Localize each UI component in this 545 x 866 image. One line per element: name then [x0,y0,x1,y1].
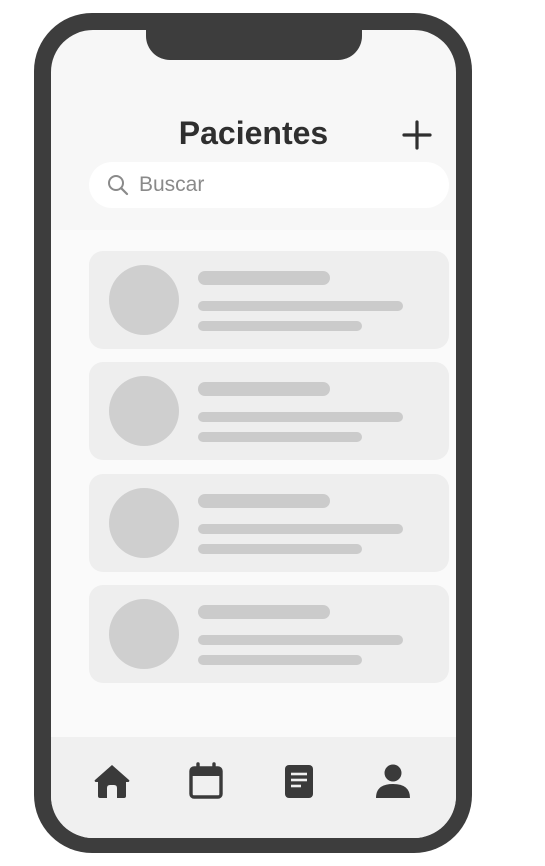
patient-name-placeholder [198,494,330,508]
phone-notch [146,30,362,60]
bottom-tab-bar [51,737,456,838]
patient-name-placeholder [198,605,330,619]
patient-detail-placeholder [198,301,403,311]
user-icon [376,764,410,798]
patient-detail-placeholder [198,544,362,554]
patient-detail-placeholder [198,321,362,331]
search-bar[interactable] [89,162,449,208]
add-patient-button[interactable] [401,119,433,151]
patient-name-placeholder [198,382,330,396]
avatar [109,488,179,558]
avatar [109,265,179,335]
calendar-icon [189,762,223,799]
page-title: Pacientes [178,115,329,151]
patient-detail-placeholder [198,432,362,442]
avatar [109,599,179,669]
phone-screen: Pacientes [51,30,456,838]
patient-list [51,230,456,737]
tab-calendar[interactable] [184,759,228,803]
patient-detail-placeholder [198,635,403,645]
patient-detail-placeholder [198,655,362,665]
patient-detail-placeholder [198,524,403,534]
patient-card[interactable] [89,362,449,460]
home-icon [94,765,130,798]
patient-name-placeholder [198,271,330,285]
tab-home[interactable] [90,759,134,803]
document-icon [285,765,313,798]
patient-detail-placeholder [198,412,403,422]
patient-card[interactable] [89,251,449,349]
patient-card[interactable] [89,474,449,572]
phone-frame: Pacientes [34,13,472,853]
search-input[interactable] [139,173,419,197]
patient-card[interactable] [89,585,449,683]
avatar [109,376,179,446]
tab-documents[interactable] [277,759,321,803]
search-icon [108,175,129,196]
plus-icon [402,120,432,150]
tab-profile[interactable] [371,759,415,803]
